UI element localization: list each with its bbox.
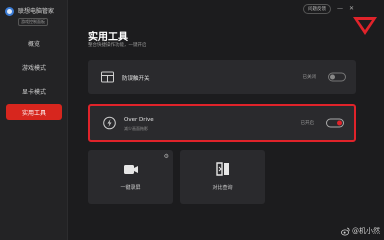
sidebar: 联想电脑管家 游戏控制面板 概览 游戏模式 显卡模式 实用工具 bbox=[0, 0, 68, 240]
main-panel: 实用工具 整合快捷操作功能，一键开启 防误触开关 已关闭 Over Drive … bbox=[88, 0, 384, 240]
anti-mistouch-toggle[interactable] bbox=[328, 72, 346, 82]
compare-label: 对比查询 bbox=[212, 185, 233, 191]
anti-mistouch-row: 防误触开关 已关闭 bbox=[88, 60, 356, 94]
weibo-icon bbox=[341, 227, 350, 235]
overdrive-icon bbox=[103, 116, 116, 130]
sidebar-nav: 概览 游戏模式 显卡模式 实用工具 bbox=[0, 32, 68, 122]
sidebar-item-game-mode[interactable]: 游戏模式 bbox=[0, 56, 68, 78]
screen-record-label: 一键录屏 bbox=[120, 185, 141, 191]
gear-icon[interactable]: ⚙ bbox=[164, 153, 169, 160]
overdrive-label: Over Drive bbox=[124, 117, 154, 123]
anti-mistouch-label: 防误触开关 bbox=[122, 76, 150, 82]
watermark: @机小然 bbox=[341, 226, 380, 236]
compare-tile[interactable]: 对比查询 bbox=[180, 150, 265, 204]
page-description: 整合快捷操作功能，一键开启 bbox=[88, 43, 147, 48]
anti-mistouch-status: 已关闭 bbox=[302, 75, 317, 80]
keyboard-icon bbox=[101, 71, 114, 83]
camera-icon bbox=[123, 165, 138, 174]
overdrive-row: Over Drive 减少画面拖影 已开启 bbox=[88, 104, 356, 142]
compare-icon bbox=[215, 162, 229, 176]
app-title: 联想电脑管家 bbox=[18, 8, 55, 15]
page-title: 实用工具 bbox=[88, 32, 128, 43]
app-brand: 联想电脑管家 游戏控制面板 bbox=[5, 6, 54, 26]
overdrive-toggle[interactable] bbox=[326, 118, 344, 128]
watermark-text: @机小然 bbox=[352, 227, 380, 235]
sidebar-item-utilities[interactable]: 实用工具 bbox=[6, 104, 62, 120]
sidebar-item-gpu-mode[interactable]: 显卡模式 bbox=[0, 80, 68, 102]
screen-record-tile[interactable]: ⚙ 一键录屏 bbox=[88, 150, 173, 204]
app-logo-icon bbox=[5, 7, 14, 16]
overdrive-sublabel: 减少画面拖影 bbox=[124, 126, 148, 131]
app-subtitle-badge: 游戏控制面板 bbox=[18, 18, 48, 26]
overdrive-status: 已开启 bbox=[300, 121, 315, 126]
sidebar-item-overview[interactable]: 概览 bbox=[0, 32, 68, 54]
